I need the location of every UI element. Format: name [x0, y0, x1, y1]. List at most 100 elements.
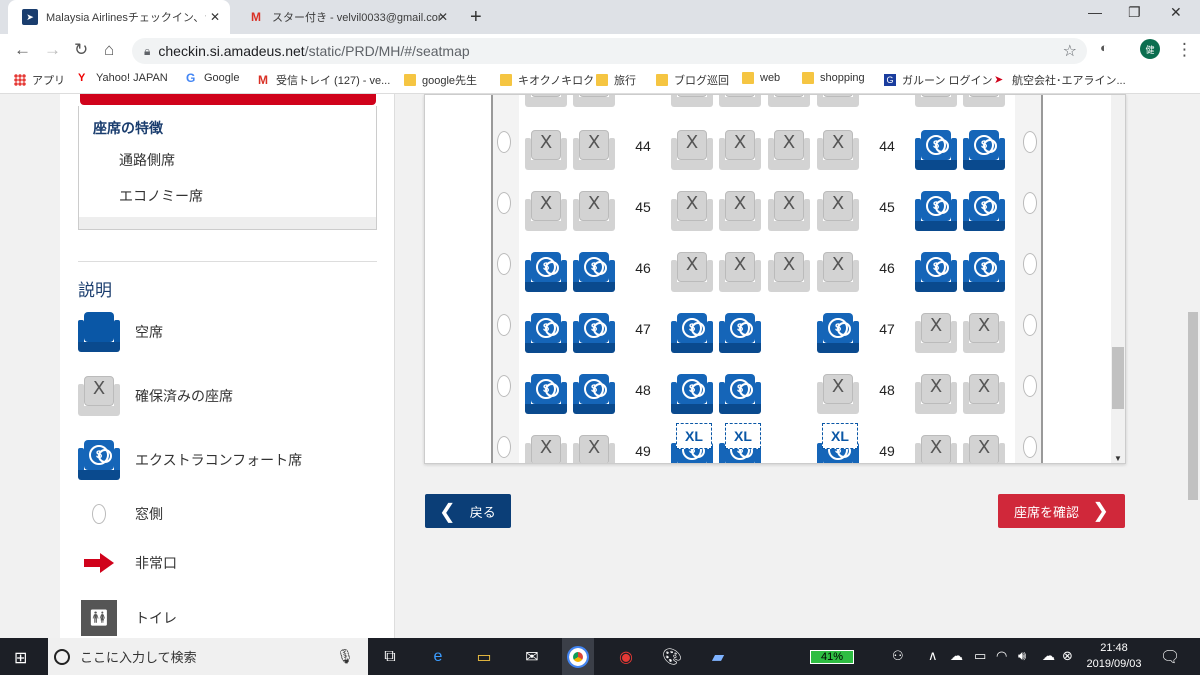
bookmark-folder[interactable]: 旅行: [596, 72, 636, 88]
seat-occupied[interactable]: X: [963, 95, 1005, 107]
close-tab-icon[interactable]: ✕: [438, 10, 448, 24]
bookmark-star-icon[interactable]: ☆: [1063, 41, 1077, 61]
seat-extra-comfort[interactable]: $: [671, 374, 713, 414]
seat-occupied[interactable]: X: [525, 191, 567, 231]
wifi-icon[interactable]: ◠: [996, 648, 1007, 664]
new-tab-button[interactable]: +: [470, 6, 482, 29]
seat-extra-comfort[interactable]: $: [963, 130, 1005, 170]
home-icon[interactable]: ⌂: [104, 40, 114, 60]
explorer-icon[interactable]: ▭: [472, 645, 496, 669]
bookmark-google[interactable]: G Google: [186, 72, 239, 84]
seat-occupied[interactable]: X: [963, 435, 1005, 463]
forward-arrow-icon[interactable]: →: [44, 40, 61, 60]
seat-occupied[interactable]: X: [963, 374, 1005, 414]
seat-occupied[interactable]: X: [525, 435, 567, 463]
bookmark-airline[interactable]: ➤ 航空会社･エアライン...: [994, 72, 1126, 88]
seat-occupied[interactable]: X: [768, 95, 810, 107]
seat-occupied[interactable]: X: [573, 95, 615, 107]
seat-occupied[interactable]: X: [525, 130, 567, 170]
bookmark-folder[interactable]: google先生: [404, 72, 477, 88]
seat-occupied[interactable]: X: [817, 252, 859, 292]
seat-occupied[interactable]: X: [525, 95, 567, 107]
cloud-icon[interactable]: ☁: [950, 648, 963, 664]
page-scrollbar[interactable]: [1186, 94, 1200, 638]
seat-occupied[interactable]: X: [671, 252, 713, 292]
mail-icon[interactable]: ✉: [520, 645, 544, 669]
bookmark-apps[interactable]: アプリ: [14, 72, 65, 88]
volume-icon[interactable]: 🔊︎: [1018, 648, 1026, 664]
close-window-icon[interactable]: ✕: [1170, 4, 1182, 21]
seat-extra-comfort[interactable]: $: [573, 252, 615, 292]
maximize-icon[interactable]: ❐: [1128, 4, 1141, 21]
windows-start-icon[interactable]: ⊞: [14, 648, 27, 668]
clock[interactable]: 21:48 2019/09/03: [1084, 640, 1144, 672]
seat-occupied[interactable]: X: [817, 374, 859, 414]
seat-occupied[interactable]: X: [768, 252, 810, 292]
taskbar-search[interactable]: ここに入力して検索 🎙︎: [48, 638, 368, 675]
paint-icon[interactable]: 🎨︎: [660, 645, 684, 669]
edge-icon[interactable]: e: [426, 645, 450, 669]
scroll-down-icon[interactable]: ▼: [1114, 454, 1122, 463]
back-button[interactable]: ❮ 戻る: [425, 494, 511, 528]
seat-extra-comfort[interactable]: $: [915, 130, 957, 170]
seat-occupied[interactable]: X: [671, 95, 713, 107]
bookmark-folder[interactable]: shopping: [802, 72, 865, 84]
battery-indicator[interactable]: 41%: [810, 650, 854, 664]
seat-occupied[interactable]: X: [915, 435, 957, 463]
address-bar[interactable]: 🔒︎ checkin.si.amadeus.net/static/PRD/MH/…: [132, 38, 1087, 64]
seat-extra-comfort[interactable]: $: [525, 374, 567, 414]
seat-occupied[interactable]: X: [573, 130, 615, 170]
seat-occupied[interactable]: X: [817, 191, 859, 231]
seat-extra-comfort[interactable]: $: [963, 252, 1005, 292]
bookmark-gmail-inbox[interactable]: M 受信トレイ (127) - ve...: [258, 72, 390, 88]
battery-tray-icon[interactable]: ▭: [974, 648, 986, 664]
seat-extra-comfort[interactable]: $: [817, 313, 859, 353]
chevron-up-icon[interactable]: ∧: [928, 648, 938, 664]
profile-avatar[interactable]: 健: [1140, 39, 1160, 59]
tab-malaysia-airlines[interactable]: ➤ Malaysia Airlinesチェックイン、シート ✕: [8, 0, 230, 34]
bookmark-yahoo[interactable]: Y Yahoo! JAPAN: [78, 72, 168, 84]
back-arrow-icon[interactable]: ←: [14, 40, 31, 60]
seat-occupied[interactable]: X: [963, 313, 1005, 353]
microphone-icon[interactable]: 🎙︎: [336, 648, 354, 665]
seat-occupied[interactable]: X: [915, 374, 957, 414]
bookmark-folder[interactable]: キオクノキロク: [500, 72, 594, 88]
tab-gmail[interactable]: M スター付き - velvil0033@gmail.com ✕: [234, 0, 458, 34]
seat-extra-comfort[interactable]: $: [525, 252, 567, 292]
seat-extra-comfort[interactable]: $: [573, 313, 615, 353]
seat-extra-comfort[interactable]: $: [525, 313, 567, 353]
seat-extra-comfort[interactable]: $: [915, 252, 957, 292]
seat-map-scrollbar[interactable]: ▼: [1111, 95, 1125, 463]
notes-icon[interactable]: ▰: [706, 645, 730, 669]
people-icon[interactable]: ⚇: [892, 648, 904, 664]
bookmark-folder[interactable]: web: [742, 72, 780, 84]
bookmark-garoon[interactable]: G ガルーン ログイン: [884, 72, 993, 88]
reload-icon[interactable]: ↻: [74, 40, 88, 60]
seat-occupied[interactable]: X: [719, 130, 761, 170]
seat-extra-comfort[interactable]: $: [671, 313, 713, 353]
seat-occupied[interactable]: X: [915, 313, 957, 353]
seat-occupied[interactable]: X: [817, 95, 859, 107]
seat-occupied[interactable]: X: [671, 191, 713, 231]
seat-occupied[interactable]: X: [719, 191, 761, 231]
seat-extra-comfort[interactable]: $: [719, 374, 761, 414]
seat-extra-comfort[interactable]: $: [915, 191, 957, 231]
incognito-icon[interactable]: ◐: [1100, 40, 1108, 55]
seat-occupied[interactable]: X: [719, 252, 761, 292]
close-circle-icon[interactable]: ⊗: [1062, 648, 1073, 664]
chrome-icon[interactable]: [562, 638, 594, 675]
seat-occupied[interactable]: X: [573, 191, 615, 231]
close-tab-icon[interactable]: ✕: [210, 10, 220, 24]
minimize-icon[interactable]: —: [1088, 4, 1102, 20]
task-view-icon[interactable]: ⧉: [378, 645, 402, 669]
menu-kebab-icon[interactable]: ⋮: [1176, 40, 1193, 60]
seat-occupied[interactable]: X: [817, 130, 859, 170]
security-app-icon[interactable]: ◉: [614, 645, 638, 669]
confirm-seat-button[interactable]: 座席を確認 ❯: [998, 494, 1125, 528]
seat-extra-comfort[interactable]: $: [573, 374, 615, 414]
seat-occupied[interactable]: X: [768, 130, 810, 170]
seat-occupied[interactable]: X: [768, 191, 810, 231]
seat-extra-comfort[interactable]: $: [719, 313, 761, 353]
bookmark-folder[interactable]: ブログ巡回: [656, 72, 729, 88]
seat-occupied[interactable]: X: [915, 95, 957, 107]
